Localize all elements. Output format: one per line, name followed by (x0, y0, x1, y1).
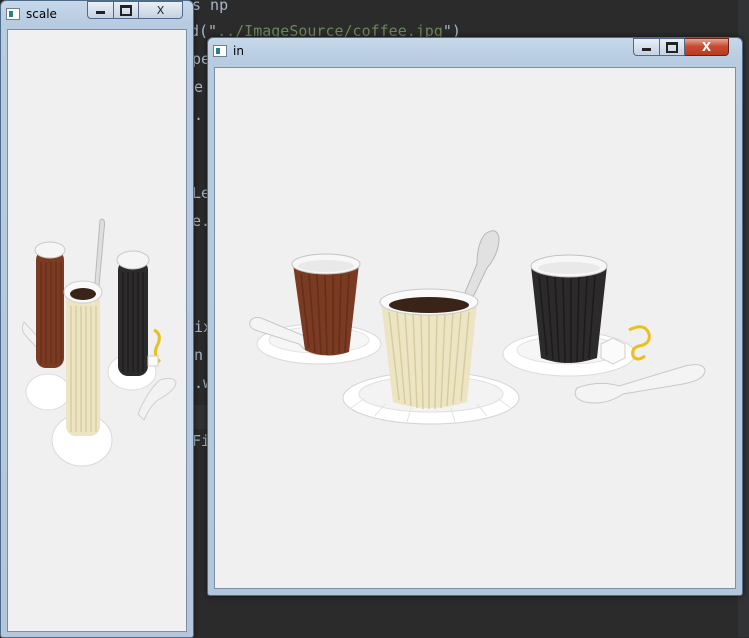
close-icon: X (156, 3, 165, 17)
maximize-button[interactable] (659, 38, 685, 56)
maximize-button[interactable] (113, 1, 139, 19)
scale-window-title: scale (26, 7, 57, 21)
close-icon: X (701, 40, 712, 54)
opencv-window-icon (6, 8, 20, 20)
code-line: e (194, 78, 204, 96)
scale-window-controls: X (87, 1, 183, 19)
in-window-title: in (233, 44, 244, 58)
in-image-area (214, 67, 736, 589)
coffee-cups-scaled-image (21, 218, 177, 467)
minimize-button[interactable] (633, 38, 659, 56)
code-line: . (194, 106, 204, 124)
code-line: s np (192, 0, 229, 14)
scale-window[interactable]: scale X (0, 0, 194, 638)
in-window-controls: X (633, 38, 729, 56)
opencv-window-icon (213, 45, 227, 57)
close-button[interactable]: X (139, 1, 183, 19)
minimize-icon (96, 11, 105, 14)
minimize-icon (642, 48, 651, 51)
maximize-icon (666, 41, 678, 53)
in-window[interactable]: in X (207, 37, 743, 596)
minimize-button[interactable] (87, 1, 113, 19)
code-line: n (194, 346, 204, 364)
scale-image-area (7, 29, 187, 632)
maximize-icon (120, 4, 132, 16)
close-button[interactable]: X (685, 38, 729, 56)
coffee-cups-original-image (249, 230, 706, 425)
